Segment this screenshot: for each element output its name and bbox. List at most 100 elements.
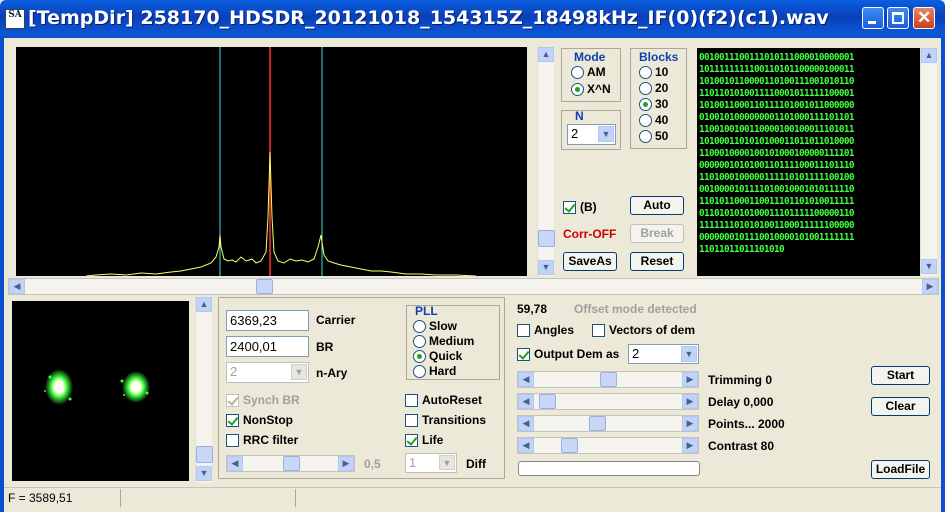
loadfile-button[interactable]: LoadFile [871,460,930,479]
pll-option-medium[interactable]: Medium [413,334,474,349]
chevron-down-icon[interactable]: ▼ [598,126,614,142]
scroll-down-arrow-icon[interactable]: ▼ [921,259,937,274]
nonstop-checkbox[interactable]: NonStop [226,413,293,428]
reset-button[interactable]: Reset [630,252,684,271]
mode-option-am[interactable]: AM [571,65,606,80]
status-frequency: F = 3589,51 [8,489,121,507]
blocks-option-50[interactable]: 50 [639,129,668,144]
close-button[interactable]: ✕ [913,7,935,29]
br-label: BR [316,340,334,354]
constellation-vscroll[interactable]: ▲ ▼ [195,297,213,483]
slider-thumb[interactable] [589,416,606,431]
slider-left-arrow-icon[interactable]: ◀ [518,416,534,431]
slider-right-arrow-icon[interactable]: ▶ [682,438,698,453]
saveas-button[interactable]: SaveAs [563,252,617,271]
bits-vscroll[interactable]: ▲ ▼ [920,48,937,276]
progress-bar [518,461,700,476]
bits-line: 0110101010100011101111100000110 [699,208,855,219]
bits-line: 1100010000100101000100000111101 [699,148,855,159]
angles-checkbox[interactable]: Angles [517,323,574,338]
radio-xn[interactable] [571,83,584,97]
blocks-option-10[interactable]: 10 [639,65,668,80]
br-input[interactable]: 2400,01 [226,336,309,357]
chevron-down-icon[interactable]: ▼ [291,364,307,380]
blocks-option-40[interactable]: 40 [639,113,668,128]
points-slider[interactable]: ◀ ▶ [517,415,699,432]
pll-group: PLL Slow Medium Quick Hard [406,304,500,380]
slider-thumb[interactable] [283,456,300,471]
b-checkbox[interactable]: (B) [563,200,597,215]
radio-am[interactable] [571,66,584,80]
clear-button[interactable]: Clear [871,397,930,416]
rrc-filter-checkbox[interactable]: RRC filter [226,433,298,448]
scroll-up-arrow-icon[interactable]: ▲ [921,48,937,63]
bits-display[interactable]: 0010011100111010111000010000001 101111111… [697,48,920,276]
spectrum-plot [85,47,477,277]
slider-right-arrow-icon[interactable]: ▶ [338,456,354,471]
scroll-up-arrow-icon[interactable]: ▲ [196,297,212,312]
slider-right-arrow-icon[interactable]: ▶ [682,372,698,387]
blocks-option-30[interactable]: 30 [639,97,668,112]
slider-right-arrow-icon[interactable]: ▶ [682,394,698,409]
bits-line: 0100101000000001101000111101101 [699,112,855,123]
contrast-slider[interactable]: ◀ ▶ [517,437,699,454]
mode-option-xn[interactable]: X^N [571,82,611,97]
chevron-down-icon[interactable]: ▼ [681,346,697,362]
spectrum-trace [85,151,477,277]
maximize-button[interactable] [887,7,909,29]
pll-option-slow[interactable]: Slow [413,319,457,334]
minimize-button[interactable] [862,7,884,29]
scroll-left-arrow-icon[interactable]: ◀ [9,279,25,294]
blocks-option-20[interactable]: 20 [639,81,668,96]
spectrum-display[interactable] [16,47,527,277]
pll-option-hard[interactable]: Hard [413,364,456,379]
slider-left-arrow-icon[interactable]: ◀ [518,394,534,409]
transitions-checkbox[interactable]: Transitions [405,413,486,428]
slider-thumb[interactable] [561,438,578,453]
nary-dropdown[interactable]: 2 ▼ [226,362,309,383]
mode-title: Mode [574,50,606,64]
scroll-thumb[interactable] [196,446,213,463]
slider-left-arrow-icon[interactable]: ◀ [518,372,534,387]
app-icon[interactable]: SA [5,9,25,29]
auto-button[interactable]: Auto [630,196,684,215]
chevron-down-icon[interactable]: ▼ [439,455,455,470]
trimming-slider[interactable]: ◀ ▶ [517,371,699,388]
output-dem-checkbox[interactable]: Output Dem as [517,347,619,362]
output-dem-dropdown[interactable]: 2 ▼ [628,344,699,364]
start-button[interactable]: Start [871,366,930,385]
autoreset-checkbox[interactable]: AutoReset [405,393,482,408]
slider-thumb[interactable] [600,372,617,387]
synch-br-checkbox[interactable]: Synch BR [226,393,300,408]
scroll-down-arrow-icon[interactable]: ▼ [196,466,212,481]
spectrum-vscroll[interactable]: ▲ ▼ [537,47,555,276]
scroll-thumb[interactable] [538,230,555,247]
carrier-input[interactable]: 6369,23 [226,310,309,331]
carrier-label: Carrier [316,313,356,327]
delay-slider[interactable]: ◀ ▶ [517,393,699,410]
n-dropdown[interactable]: 2 ▼ [567,124,616,145]
life-checkbox[interactable]: Life [405,433,443,448]
contrast-label: Contrast 80 [708,439,775,453]
diff-dropdown[interactable]: 1 ▼ [405,453,457,473]
slider-left-arrow-icon[interactable]: ◀ [518,438,534,453]
break-button[interactable]: Break [630,224,684,243]
slider-thumb[interactable] [539,394,556,409]
hscroll-thumb[interactable] [256,279,273,294]
scroll-down-arrow-icon[interactable]: ▼ [538,260,554,275]
spectrum-hscroll[interactable]: ◀ ▶ [8,278,939,295]
bits-line: 1010001101010100011011011010000 [699,136,855,147]
nary-label: n-Ary [316,366,348,380]
diff-label: Diff [466,457,486,471]
constellation-plot [44,369,150,405]
scroll-right-arrow-icon[interactable]: ▶ [922,279,938,294]
constellation-display[interactable] [12,301,189,481]
param-slider[interactable]: ◀ ▶ [226,455,355,472]
bits-line: 0010011100111010111000010000001 [699,52,855,63]
slider-left-arrow-icon[interactable]: ◀ [227,456,243,471]
minimize-icon [868,21,876,24]
vectors-checkbox[interactable]: Vectors of dem [592,323,695,338]
scroll-up-arrow-icon[interactable]: ▲ [538,47,554,62]
slider-right-arrow-icon[interactable]: ▶ [682,416,698,431]
pll-option-quick[interactable]: Quick [413,349,462,364]
